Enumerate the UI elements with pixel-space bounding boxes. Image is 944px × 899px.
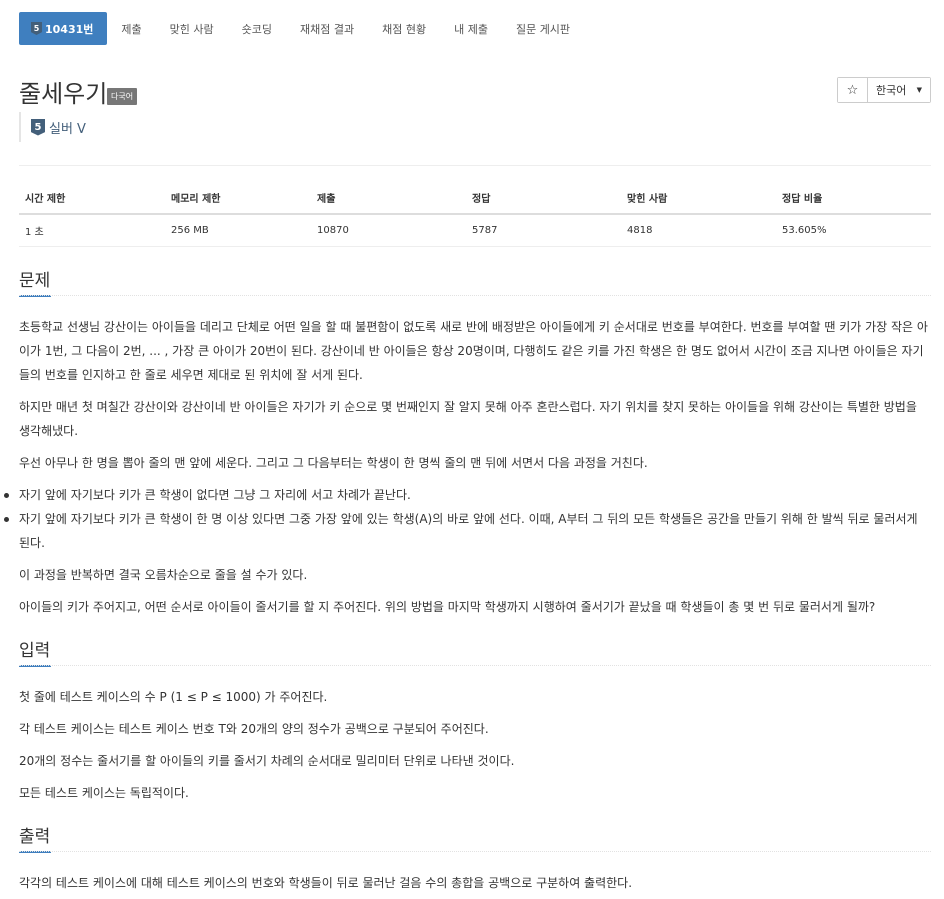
star-icon: ☆	[846, 82, 859, 98]
divider	[19, 665, 931, 666]
section-heading-output: 출력	[19, 822, 51, 853]
header-solved-users: 맞힌 사람	[621, 183, 776, 215]
problem-paragraph: 이 과정을 반복하면 결국 오름차순으로 줄을 설 수가 있다.	[19, 568, 308, 582]
problem-paragraph: 초등학교 선생님 강산이는 아이들을 데리고 단체로 어떤 일을 할 때 불편함…	[19, 320, 928, 382]
table-row: 1 초 256 MB 10870 5787 4818 53.605%	[19, 214, 931, 247]
caret-down-icon: ▼	[916, 86, 922, 94]
header-accepted: 정답	[466, 183, 621, 215]
output-paragraph: 각각의 테스트 케이스에 대해 테스트 케이스의 번호와 학생들이 뒤로 물러난…	[19, 876, 633, 890]
tab-solved-users[interactable]: 맞힌 사람	[156, 12, 228, 45]
tab-my-submissions[interactable]: 내 제출	[440, 12, 502, 45]
list-item: 자기 앞에 자기보다 키가 큰 학생이 없다면 그냥 그 자리에 서고 차례가 …	[4, 483, 931, 507]
tab-short-coding[interactable]: 숏코딩	[228, 12, 286, 45]
problem-paragraph: 아이들의 키가 주어지고, 어떤 순서로 아이들이 줄서기를 할 지 주어진다.…	[19, 600, 876, 614]
problem-tier: 5 실버 V	[19, 112, 86, 142]
cell-submissions: 10870	[311, 214, 466, 247]
header-time-limit: 시간 제한	[19, 183, 165, 215]
header-memory-limit: 메모리 제한	[165, 183, 311, 215]
favorite-star-button[interactable]: ☆	[838, 78, 868, 102]
input-paragraph: 모든 테스트 케이스는 독립적이다.	[19, 786, 189, 800]
tab-judge-status[interactable]: 채점 현황	[368, 12, 440, 45]
language-select-button[interactable]: 한국어 ▼	[868, 78, 930, 102]
tab-question-board[interactable]: 질문 게시판	[502, 12, 584, 45]
tab-submit[interactable]: 제출	[107, 12, 155, 45]
header-accept-ratio: 정답 비율	[776, 183, 931, 215]
cell-time-limit: 1 초	[19, 214, 165, 247]
page-title: 줄세우기	[19, 80, 108, 108]
list-item: 자기 앞에 자기보다 키가 큰 학생이 한 명 이상 있다면 그중 가장 앞에 …	[4, 507, 931, 555]
cell-solved-users: 4818	[621, 214, 776, 247]
process-list: 자기 앞에 자기보다 키가 큰 학생이 없다면 그냥 그 자리에 서고 차례가 …	[4, 483, 931, 555]
input-paragraph: 첫 줄에 테스트 케이스의 수 P (1 ≤ P ≤ 1000) 가 주어진다.	[19, 690, 328, 704]
problem-actions: ☆ 한국어 ▼	[837, 77, 931, 103]
cell-memory-limit: 256 MB	[165, 214, 311, 247]
silver-tier-icon: 5	[31, 22, 42, 35]
language-label: 한국어	[876, 84, 907, 97]
section-heading-text: 입력	[19, 641, 51, 661]
tab-problem[interactable]: 5 10431번	[19, 12, 108, 45]
section-heading-problem: 문제	[19, 266, 51, 297]
tier-name[interactable]: 실버 V	[49, 118, 86, 137]
section-heading-input: 입력	[19, 636, 51, 667]
silver-tier-icon: 5	[31, 118, 45, 136]
cell-accept-ratio: 53.605%	[776, 214, 931, 247]
problem-paragraph: 우선 아무나 한 명을 뽑아 줄의 맨 앞에 세운다. 그리고 그 다음부터는 …	[19, 456, 648, 470]
input-paragraph: 각 테스트 케이스는 테스트 케이스 번호 T와 20개의 양의 정수가 공백으…	[19, 722, 489, 736]
problem-paragraph: 하지만 매년 첫 며칠간 강산이와 강산이네 반 아이들은 자기가 키 순으로 …	[19, 400, 917, 438]
cell-accepted: 5787	[466, 214, 621, 247]
section-heading-text: 문제	[19, 271, 51, 291]
header-submissions: 제출	[311, 183, 466, 215]
divider	[19, 295, 931, 296]
tab-rejudge-results[interactable]: 재채점 결과	[286, 12, 368, 45]
tab-problem-label: 10431번	[45, 22, 94, 36]
problem-info-table: 시간 제한 메모리 제한 제출 정답 맞힌 사람 정답 비율 1 초 256 M…	[19, 183, 931, 247]
problem-nav-tabs: 5 10431번 제출 맞힌 사람 숏코딩 재채점 결과 채점 현황 내 제출 …	[19, 12, 584, 45]
multilingual-label: 다국어	[107, 88, 138, 105]
table-header-row: 시간 제한 메모리 제한 제출 정답 맞힌 사람 정답 비율	[19, 183, 931, 215]
divider	[19, 851, 931, 852]
section-heading-text: 출력	[19, 827, 51, 847]
input-paragraph: 20개의 정수는 줄서기를 할 아이들의 키를 줄서기 차례의 순서대로 밀리미…	[19, 754, 515, 768]
divider	[19, 165, 931, 166]
